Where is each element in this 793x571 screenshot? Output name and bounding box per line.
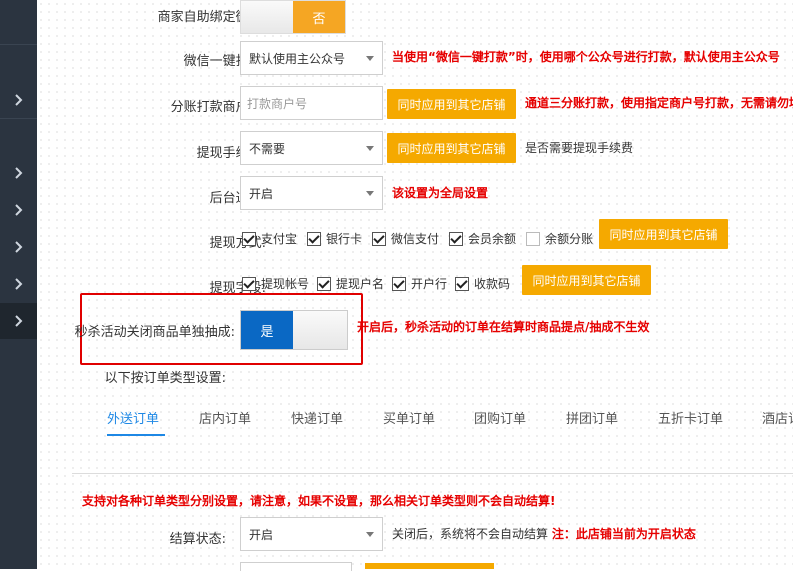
- checkbox-wechat-pay[interactable]: 微信支付: [372, 230, 439, 247]
- caret-down-icon: [366, 146, 374, 151]
- tab-pay-bill[interactable]: 买单订单: [383, 408, 435, 427]
- backend-notify-select[interactable]: 开启: [240, 176, 383, 210]
- toggle-knob: [241, 1, 293, 33]
- select-value: 开启: [249, 527, 274, 542]
- sidebar-expand-6[interactable]: [0, 303, 37, 339]
- checkbox-balance-split[interactable]: 余额分账: [526, 230, 593, 247]
- sidebar-expand-1[interactable]: [0, 82, 37, 118]
- checkbox-checked-icon: [242, 276, 256, 291]
- checkbox-unchecked-icon: [526, 231, 541, 246]
- select-value: 不需要: [249, 141, 286, 156]
- select-value: 默认使用主公众号: [249, 51, 346, 66]
- checkbox-label: 会员余额: [468, 232, 517, 246]
- section-divider: [72, 473, 793, 474]
- backend-notify-note: 该设置为全局设置: [392, 186, 489, 200]
- merchant-bind-wechat-toggle[interactable]: 否: [240, 0, 346, 34]
- order-type-tabs: 外送订单 店内订单 快递订单 买单订单 团购订单 拼团订单 五折卡订单 酒店订: [72, 394, 793, 446]
- toggle-off-label: 否: [293, 1, 345, 33]
- sidebar: [0, 0, 37, 569]
- sidebar-expand-4[interactable]: [0, 229, 37, 265]
- split-merchant-note: 通道三分账打款，使用指定商户号打款，无需请勿填: [525, 96, 793, 110]
- checkbox-checked-icon: [317, 276, 332, 291]
- caret-down-icon: [366, 56, 374, 61]
- chevron-right-icon: [14, 167, 22, 179]
- split-merchant-input[interactable]: 打款商户号: [240, 86, 383, 120]
- chevron-right-icon: [14, 241, 22, 253]
- chevron-right-icon: [14, 94, 22, 106]
- settlement-status-select[interactable]: 开启: [240, 517, 383, 551]
- sidebar-expand-2[interactable]: [0, 155, 37, 191]
- checkbox-label: 微信支付: [391, 232, 440, 246]
- checkbox-checked-icon: [449, 231, 464, 246]
- flash-sale-commission-label: 秒杀活动关闭商品单独抽成:: [74, 325, 235, 340]
- tab-half-price-card[interactable]: 五折卡订单: [658, 408, 723, 427]
- flash-sale-commission-toggle[interactable]: 是: [240, 310, 348, 350]
- settlement-note-red: 注：此店铺当前为开启状态: [551, 527, 696, 541]
- checkbox-label: 支付宝: [261, 232, 298, 246]
- toggle-on-label: 是: [241, 311, 293, 349]
- checkbox-withdraw-name[interactable]: 提现户名: [317, 275, 384, 292]
- checkbox-label: 银行卡: [326, 232, 363, 246]
- chevron-right-icon: [14, 204, 22, 216]
- settlement-note-plain: 关闭后，系统将不会自动结算: [392, 527, 549, 541]
- withdraw-fee-note: 是否需要提现手续费: [525, 141, 634, 155]
- checkbox-checked-icon: [242, 231, 256, 246]
- withdraw-fields-apply-button[interactable]: 同时应用到其它店铺: [522, 265, 651, 295]
- checkbox-checked-icon: [392, 276, 407, 291]
- sidebar-expand-5[interactable]: [0, 266, 37, 302]
- checkbox-bank-card[interactable]: 银行卡: [307, 230, 362, 247]
- checkbox-payment-code[interactable]: 收款码: [455, 275, 510, 292]
- tab-express[interactable]: 快递订单: [291, 408, 343, 427]
- checkbox-label: 提现帐号: [261, 277, 310, 291]
- checkbox-withdraw-account[interactable]: 提现帐号: [242, 275, 309, 292]
- checkbox-checked-icon: [455, 276, 470, 291]
- checkbox-alipay[interactable]: 支付宝: [242, 230, 297, 247]
- tab-hotel[interactable]: 酒店订: [762, 408, 793, 427]
- select-value: 开启: [249, 186, 274, 201]
- tab-group-deal[interactable]: 拼团订单: [566, 408, 618, 427]
- wechat-one-click-note: 当使用“微信一键打款”时，使用哪个公众号进行打款，默认使用主公众号: [392, 50, 780, 64]
- sidebar-divider: [0, 118, 37, 119]
- order-type-heading: 以下按订单类型设置:: [104, 371, 226, 386]
- flash-sale-commission-note: 开启后，秒杀活动的订单在结算时商品提点/抽成不生效: [357, 320, 650, 334]
- settlement-status-label: 结算状态:: [169, 532, 226, 547]
- tab-dine-in[interactable]: 店内订单: [199, 408, 251, 427]
- settings-panel: 商家自助绑定微信: 否 微信一键打款: 默认使用主公众号 当使用“微信一键打款”…: [37, 0, 793, 571]
- checkbox-label: 余额分账: [545, 232, 594, 246]
- sidebar-expand-3[interactable]: [0, 192, 37, 228]
- checkbox-label: 开户行: [411, 277, 448, 291]
- chevron-right-icon: [14, 278, 22, 290]
- checkbox-member-balance[interactable]: 会员余额: [449, 230, 516, 247]
- toggle-knob: [293, 311, 347, 349]
- withdraw-methods-apply-button[interactable]: 同时应用到其它店铺: [599, 219, 728, 249]
- active-tab-indicator: [107, 434, 165, 436]
- checkbox-label: 收款码: [474, 277, 511, 291]
- tab-group-buy[interactable]: 团购订单: [474, 408, 526, 427]
- checkbox-label: 提现户名: [336, 277, 385, 291]
- settlement-warning: 支持对各种订单类型分别设置，请注意，如果不设置，那么相关订单类型则不会自动结算!: [82, 494, 556, 508]
- tab-takeout[interactable]: 外送订单: [107, 408, 159, 427]
- next-row-input-partial[interactable]: [240, 562, 352, 571]
- checkbox-checked-icon: [372, 231, 387, 246]
- split-merchant-apply-button[interactable]: 同时应用到其它店铺: [387, 89, 516, 119]
- caret-down-icon: [366, 191, 374, 196]
- withdraw-fee-apply-button[interactable]: 同时应用到其它店铺: [387, 133, 516, 163]
- caret-down-icon: [366, 532, 374, 537]
- next-row-apply-button-partial[interactable]: [365, 563, 494, 569]
- sidebar-divider: [0, 44, 37, 45]
- checkbox-checked-icon: [307, 231, 322, 246]
- withdraw-fields-group: 提现帐号 提现户名 开户行 收款码: [242, 275, 510, 292]
- wechat-one-click-select[interactable]: 默认使用主公众号: [240, 41, 383, 75]
- settlement-note: 关闭后，系统将不会自动结算 注：此店铺当前为开启状态: [392, 525, 696, 542]
- checkbox-bank-branch[interactable]: 开户行: [392, 275, 447, 292]
- withdraw-fee-select[interactable]: 不需要: [240, 131, 383, 165]
- chevron-right-icon: [14, 315, 22, 327]
- withdraw-methods-group: 支付宝 银行卡 微信支付 会员余额 余额分账: [242, 230, 593, 247]
